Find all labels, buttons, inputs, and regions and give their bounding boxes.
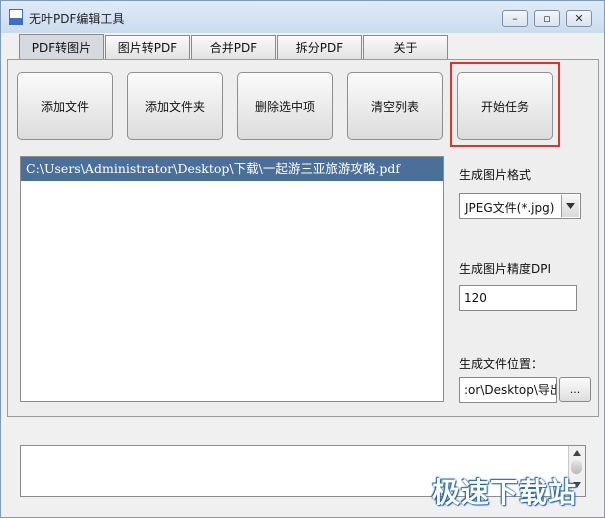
minimize-button[interactable]: – bbox=[502, 10, 528, 27]
pdf-app-icon bbox=[9, 9, 23, 25]
tab-merge-pdf[interactable]: 合并PDF bbox=[191, 35, 276, 59]
delete-selected-button[interactable]: 删除选中项 bbox=[237, 72, 333, 140]
format-value: JPEG文件(*.jpg) bbox=[465, 201, 555, 215]
list-item[interactable]: C:\Users\Administrator\Desktop\下载\一起游三亚旅… bbox=[21, 157, 443, 181]
tab-image-to-pdf[interactable]: 图片转PDF bbox=[105, 35, 190, 59]
dpi-input[interactable]: 120 bbox=[459, 285, 577, 311]
add-file-button[interactable]: 添加文件 bbox=[17, 72, 113, 140]
dpi-label: 生成图片精度DPI bbox=[459, 262, 552, 276]
maximize-icon: ▫ bbox=[543, 12, 551, 25]
app-window: 无叶PDF编辑工具 – ▫ ✕ PDF转图片 图片转PDF 合并PDF 拆分PD… bbox=[0, 0, 605, 518]
close-button[interactable]: ✕ bbox=[566, 10, 592, 27]
highlight-box bbox=[450, 62, 560, 147]
tab-split-pdf[interactable]: 拆分PDF bbox=[277, 35, 362, 59]
browse-button[interactable]: ... bbox=[559, 377, 591, 402]
watermark-logo: 极速下载站 bbox=[432, 476, 578, 509]
format-label: 生成图片格式 bbox=[459, 168, 532, 182]
tab-bar: PDF转图片 图片转PDF 合并PDF 拆分PDF 关于 bbox=[19, 34, 449, 60]
maximize-button[interactable]: ▫ bbox=[534, 10, 560, 27]
clear-list-button[interactable]: 清空列表 bbox=[347, 72, 443, 140]
dropdown-arrow-icon[interactable] bbox=[561, 195, 579, 217]
minimize-icon: – bbox=[512, 12, 518, 25]
window-title: 无叶PDF编辑工具 bbox=[29, 12, 125, 26]
close-icon: ✕ bbox=[574, 12, 584, 25]
tab-pdf-to-image[interactable]: PDF转图片 bbox=[19, 34, 104, 60]
format-select[interactable]: JPEG文件(*.jpg) bbox=[459, 193, 581, 219]
file-list[interactable]: C:\Users\Administrator\Desktop\下载\一起游三亚旅… bbox=[20, 156, 444, 402]
title-bar: 无叶PDF编辑工具 – ▫ ✕ bbox=[1, 1, 604, 33]
tab-about[interactable]: 关于 bbox=[363, 35, 448, 59]
location-label: 生成文件位置： bbox=[459, 357, 544, 371]
add-folder-button[interactable]: 添加文件夹 bbox=[127, 72, 223, 140]
output-location-input[interactable]: :or\Desktop\导出 bbox=[459, 377, 557, 403]
scroll-up-icon[interactable] bbox=[573, 450, 581, 456]
